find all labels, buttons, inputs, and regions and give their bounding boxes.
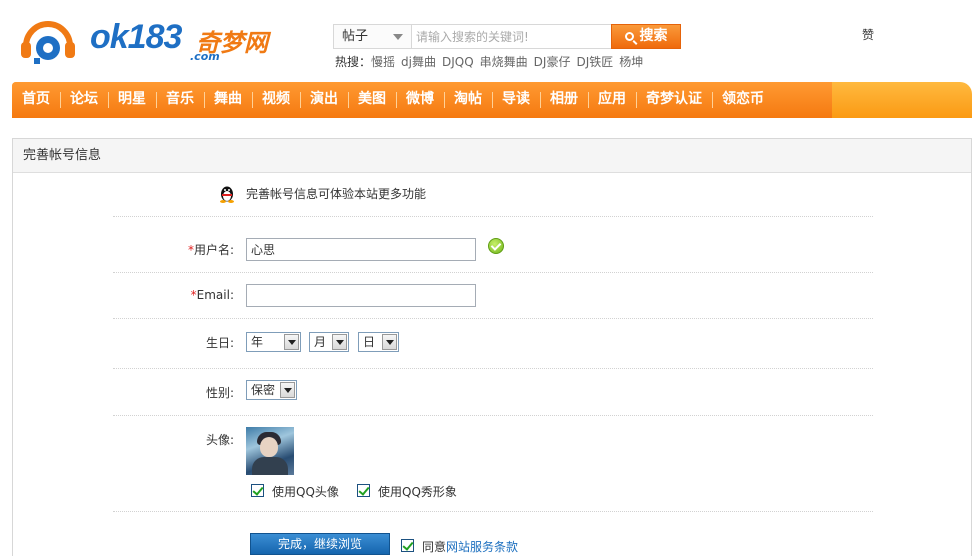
use-qq-avatar-label: 使用QQ头像 <box>272 485 339 499</box>
use-qq-show-checkbox[interactable] <box>357 484 370 497</box>
nav-item-music[interactable]: 音乐 <box>156 82 204 118</box>
hot-search-link[interactable]: DJQQ <box>442 55 474 69</box>
username-label-text: 用户名: <box>193 243 234 257</box>
avatar[interactable] <box>246 427 294 475</box>
birthday-label: 生日: <box>205 336 234 350</box>
avatar-body <box>252 457 288 475</box>
chevron-down-icon <box>280 382 295 398</box>
notice-divider <box>113 216 873 217</box>
chevron-down-icon <box>332 334 347 350</box>
panel-title: 完善帐号信息 <box>13 139 971 173</box>
search-input[interactable] <box>414 25 610 48</box>
avatar-face <box>260 437 278 457</box>
use-qq-avatar-checkbox[interactable] <box>251 484 264 497</box>
hot-search-link[interactable]: dj舞曲 <box>401 55 436 69</box>
nav-item-certification[interactable]: 奇梦认证 <box>636 82 712 118</box>
row-divider <box>113 368 873 369</box>
agree-prefix: 同意 <box>422 540 447 554</box>
gender-value: 保密 <box>251 383 276 397</box>
avatar-label: 头像: <box>205 433 234 447</box>
nav-item-guide[interactable]: 导读 <box>492 82 540 118</box>
search-type-select[interactable]: 帖子 <box>334 25 412 48</box>
nav-item-weibo[interactable]: 微博 <box>396 82 444 118</box>
headphone-logo-icon <box>21 21 75 64</box>
username-label: *用户名: <box>114 241 234 258</box>
terms-link[interactable]: 网站服务条款 <box>446 540 518 554</box>
account-info-panel: 完善帐号信息 完善帐号信息可体验本站更多功能 *用户名: *Email: 生日:… <box>12 138 972 556</box>
logo-text: ok183 <box>90 18 182 56</box>
hot-search-label: 热搜： <box>335 55 372 69</box>
search-icon <box>624 32 634 41</box>
username-field[interactable] <box>246 238 476 261</box>
nav-item-forum[interactable]: 论坛 <box>60 82 108 118</box>
main-nav: 首页 论坛 明星 音乐 舞曲 视频 演出 美图 微博 淘帖 导读 相册 应用 奇… <box>12 82 972 118</box>
site-logo[interactable]: ok183 奇梦网 .com <box>18 12 268 70</box>
email-label: *Email: <box>114 288 234 302</box>
agree-terms-checkbox[interactable] <box>401 539 414 552</box>
row-divider <box>113 511 873 512</box>
submit-button[interactable]: 完成，继续浏览 <box>250 533 390 555</box>
row-divider <box>113 415 873 416</box>
check-ok-icon <box>488 238 504 254</box>
birthday-month-select[interactable]: 月 <box>309 332 349 352</box>
search-button-label: 搜索 <box>639 28 668 44</box>
nav-item-video[interactable]: 视频 <box>252 82 300 118</box>
search-box: 帖子 搜索 <box>333 24 681 49</box>
birthday-year-value: 年 <box>251 335 264 349</box>
search-type-value: 帖子 <box>342 29 369 44</box>
nav-item-coins[interactable]: 领恋币 <box>712 82 774 118</box>
logo-domain: .com <box>190 50 220 63</box>
nav-item-stars[interactable]: 明星 <box>108 82 156 118</box>
use-qq-show-label: 使用QQ秀形象 <box>378 485 457 499</box>
chevron-down-icon <box>382 334 397 350</box>
agree-terms-label: 同意网站服务条款 <box>422 538 518 555</box>
hot-search-link[interactable]: 串烧舞曲 <box>480 55 528 69</box>
row-divider <box>113 272 873 273</box>
birthday-day-value: 日 <box>363 335 376 349</box>
hot-search-link[interactable]: 慢摇 <box>371 55 395 69</box>
nav-item-albums[interactable]: 相册 <box>540 82 588 118</box>
row-divider <box>113 318 873 319</box>
birthday-month-value: 月 <box>314 335 327 349</box>
nav-item-apps[interactable]: 应用 <box>588 82 636 118</box>
hot-search-link[interactable]: 杨坤 <box>619 55 643 69</box>
notice-text: 完善帐号信息可体验本站更多功能 <box>246 187 427 201</box>
chevron-down-icon <box>284 334 299 350</box>
nav-item-pictures[interactable]: 美图 <box>348 82 396 118</box>
chevron-down-icon <box>393 34 403 40</box>
main-nav-bar: 首页 论坛 明星 音乐 舞曲 视频 演出 美图 微博 淘帖 导读 相册 应用 奇… <box>12 82 832 118</box>
gender-label: 性别: <box>205 386 234 400</box>
nav-item-shows[interactable]: 演出 <box>300 82 348 118</box>
nav-item-home[interactable]: 首页 <box>12 82 60 118</box>
hot-search-link[interactable]: DJ豪仔 <box>534 55 571 69</box>
qq-penguin-icon <box>220 186 234 203</box>
hot-search-link[interactable]: DJ铁匠 <box>576 55 613 69</box>
nav-item-taotie[interactable]: 淘帖 <box>444 82 492 118</box>
email-field[interactable] <box>246 284 476 307</box>
birthday-day-select[interactable]: 日 <box>358 332 399 352</box>
praise-link[interactable]: 赞 <box>862 26 874 43</box>
birthday-year-select[interactable]: 年 <box>246 332 301 352</box>
hot-searches: 热搜：慢摇 dj舞曲 DJQQ 串烧舞曲 DJ豪仔 DJ铁匠 杨坤 <box>335 53 649 70</box>
search-button[interactable]: 搜索 <box>611 24 681 49</box>
gender-select[interactable]: 保密 <box>246 380 297 400</box>
email-label-text: Email: <box>196 288 234 302</box>
nav-item-dance-music[interactable]: 舞曲 <box>204 82 252 118</box>
